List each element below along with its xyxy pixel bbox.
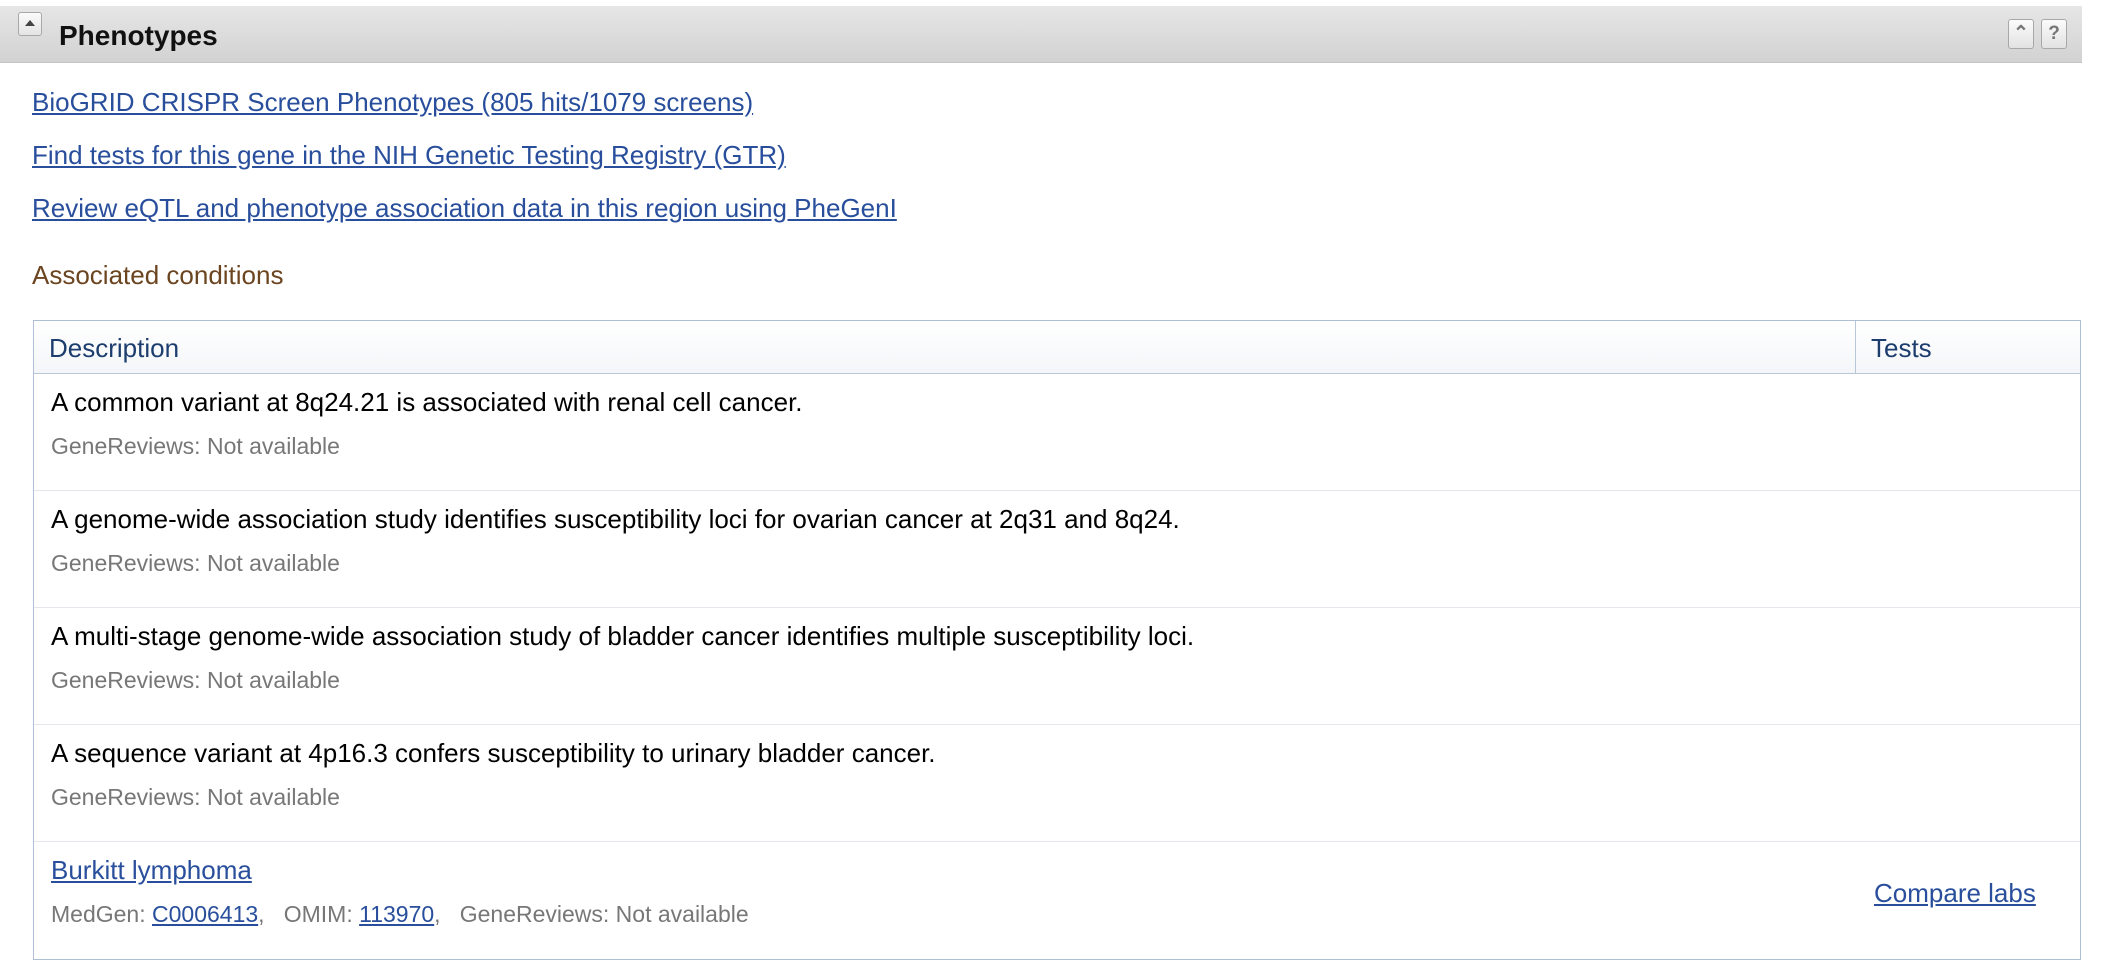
genereviews-status: GeneReviews: Not available <box>51 550 340 576</box>
help-question-icon[interactable]: ? <box>2041 19 2067 49</box>
biogrid-crispr-link[interactable]: BioGRID CRISPR Screen Phenotypes (805 hi… <box>32 86 897 139</box>
phenotypes-section-header: Phenotypes ⌃ ? <box>0 6 2082 63</box>
table-row: A genome-wide association study identifi… <box>34 491 2080 608</box>
condition-description: A genome-wide association study identifi… <box>51 504 1180 534</box>
associated-conditions-table: Description Tests A common variant at 8q… <box>33 320 2081 960</box>
medgen-label: MedGen: <box>51 901 152 927</box>
genereviews-status: GeneReviews: Not available <box>51 433 340 459</box>
section-title: Phenotypes <box>59 20 218 51</box>
column-divider <box>1855 321 1856 373</box>
table-row-burkitt-lymphoma: Burkitt lymphoma MedGen: C0006413, OMIM:… <box>34 842 2080 958</box>
compare-labs-link[interactable]: Compare labs <box>1874 878 2036 909</box>
condition-identifiers: MedGen: C0006413, OMIM: 113970, GeneRevi… <box>51 901 749 928</box>
condition-description: A sequence variant at 4p16.3 confers sus… <box>51 738 936 768</box>
medgen-id-link[interactable]: C0006413 <box>152 901 258 927</box>
table-header: Description Tests <box>34 321 2080 374</box>
burkitt-lymphoma-link[interactable]: Burkitt lymphoma <box>51 855 252 885</box>
table-row: A multi-stage genome-wide association st… <box>34 608 2080 725</box>
omim-id-link[interactable]: 113970 <box>359 901 434 927</box>
table-row: A common variant at 8q24.21 is associate… <box>34 374 2080 491</box>
collapse-toggle-button[interactable] <box>18 12 42 36</box>
associated-conditions-heading: Associated conditions <box>32 260 284 290</box>
omim-label: OMIM: <box>283 901 360 927</box>
separator: , <box>434 901 460 927</box>
genereviews-status: GeneReviews: Not available <box>459 901 749 927</box>
condition-description: A multi-stage genome-wide association st… <box>51 621 1195 651</box>
phegeni-link[interactable]: Review eQTL and phenotype association da… <box>32 192 897 245</box>
phenotype-links: BioGRID CRISPR Screen Phenotypes (805 hi… <box>32 86 897 245</box>
table-row: A sequence variant at 4p16.3 confers sus… <box>34 725 2080 842</box>
genereviews-status: GeneReviews: Not available <box>51 784 340 810</box>
gtr-tests-link[interactable]: Find tests for this gene in the NIH Gene… <box>32 139 897 192</box>
genereviews-status: GeneReviews: Not available <box>51 667 340 693</box>
double-chevron-up-icon[interactable]: ⌃ <box>2008 19 2034 49</box>
column-description[interactable]: Description <box>49 333 179 364</box>
condition-description: A common variant at 8q24.21 is associate… <box>51 387 803 417</box>
column-tests[interactable]: Tests <box>1871 333 1932 364</box>
condition-title: Burkitt lymphoma <box>51 855 252 886</box>
separator: , <box>258 901 284 927</box>
